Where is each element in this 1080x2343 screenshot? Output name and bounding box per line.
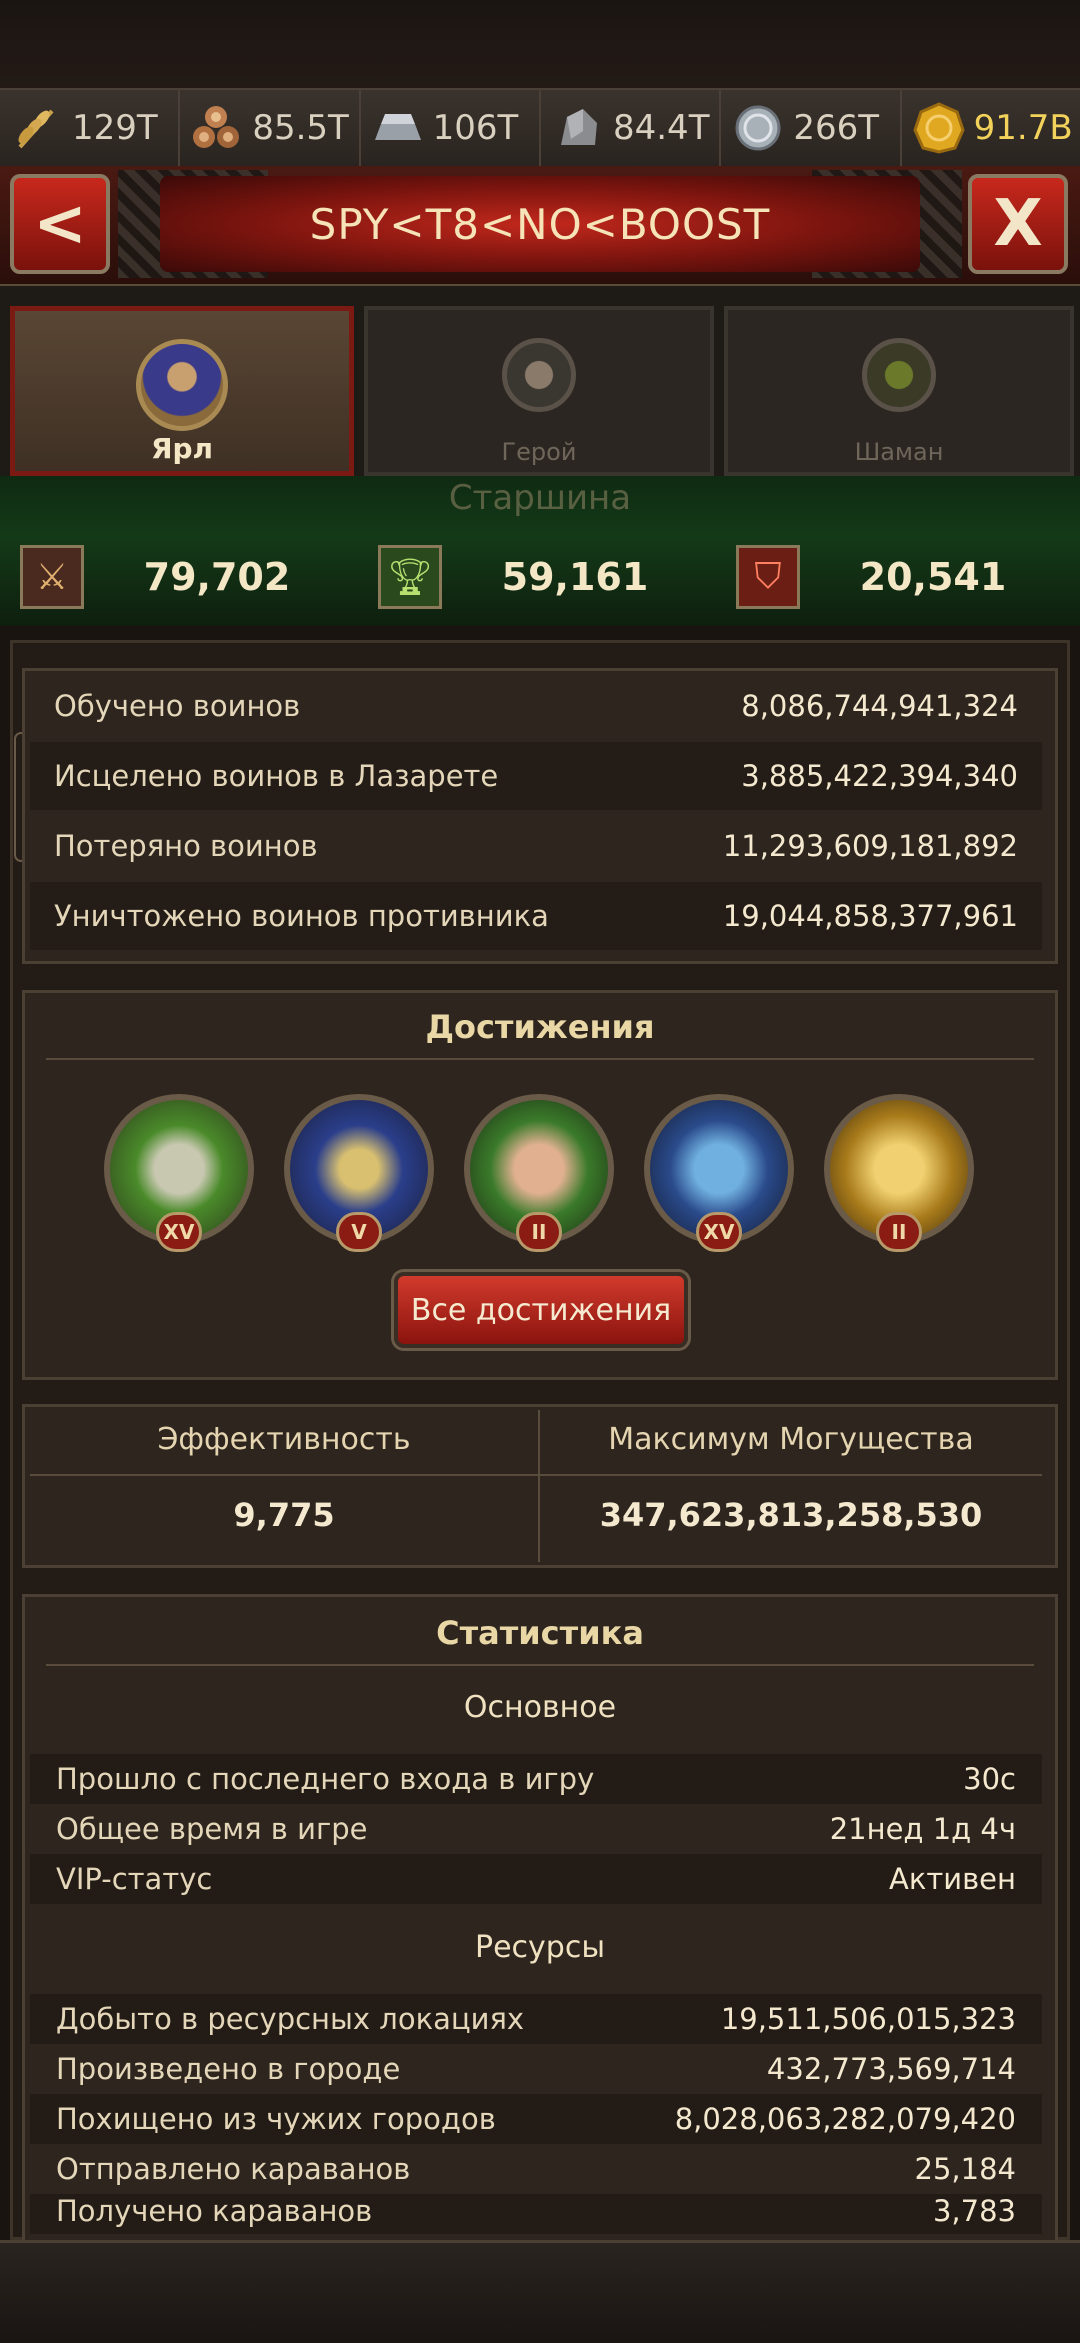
stat-row: Обучено воинов 8,086,744,941,324	[54, 689, 1018, 723]
tab-label: Шаман	[854, 438, 944, 466]
silver-coin-icon	[729, 99, 787, 157]
efficiency-cell: Эффективность	[30, 1422, 538, 1457]
resource-gold[interactable]: 91.7B	[901, 90, 1080, 166]
close-button[interactable]: X	[968, 174, 1068, 274]
shaman-portrait-icon	[862, 338, 936, 412]
stat-row: Похищено из чужих городов 8,028,063,282,…	[30, 2094, 1042, 2144]
efficiency-label: Эффективность	[157, 1422, 411, 1457]
score-attack: ⚔ 79,702	[20, 542, 350, 612]
hero-portrait-icon	[502, 338, 576, 412]
status-area	[0, 0, 1080, 88]
resource-value: 129T	[72, 108, 158, 148]
stat-row: Добыто в ресурсных локациях 19,511,506,0…	[30, 1994, 1042, 2044]
resource-silver[interactable]: 266T	[721, 90, 902, 166]
title-plate: SPY<T8<NO<BOOST	[160, 176, 920, 272]
efficiency-value-cell: 9,775	[30, 1496, 538, 1534]
resource-bar: 129T 85.5T 106T 84.4T 266T 91.7B	[0, 88, 1080, 168]
stat-row: Произведено в городе 432,773,569,714	[56, 2052, 1016, 2086]
resource-value: 91.7B	[973, 108, 1073, 148]
resource-value: 106T	[432, 108, 519, 148]
tab-label: Ярл	[150, 432, 214, 465]
broken-shield-icon: ⛉	[736, 545, 800, 609]
statistics-title: Статистика	[436, 1614, 644, 1652]
tab-jarl[interactable]: Ярл	[10, 306, 354, 476]
crossed-swords-icon: ⚔	[20, 545, 84, 609]
comet-icon[interactable]: XV	[644, 1094, 794, 1252]
rank-badge: V	[336, 1212, 382, 1252]
hand-chalice-icon[interactable]: II	[464, 1094, 614, 1252]
page-title: SPY<T8<NO<BOOST	[309, 199, 771, 249]
button-label: Все достижения	[410, 1292, 672, 1328]
all-achievements-button[interactable]: Все достижения	[394, 1272, 688, 1348]
achievements-title: Достижения	[425, 1008, 655, 1046]
tab-label: Герой	[501, 438, 577, 466]
stat-row: Уничтожено воинов противника 19,044,858,…	[30, 882, 1042, 950]
resource-value: 84.4T	[612, 108, 710, 148]
score-value: 79,702	[143, 555, 291, 599]
stat-row: Получено караванов 3,783	[30, 2194, 1042, 2234]
rank-badge: II	[516, 1212, 562, 1252]
divider	[46, 1664, 1034, 1666]
resource-value: 85.5T	[252, 108, 349, 148]
score-value: 59,161	[501, 555, 649, 599]
score-value: 20,541	[859, 555, 1007, 599]
max-power-cell: Максимум Могущества	[540, 1422, 1042, 1457]
divider	[46, 1058, 1034, 1060]
main-heading: Основное	[463, 1690, 617, 1725]
rank-badge: II	[876, 1212, 922, 1252]
max-power-label: Максимум Могущества	[608, 1422, 974, 1457]
resource-iron[interactable]: 106T	[360, 90, 541, 166]
gold-coin-icon	[910, 99, 968, 157]
max-power-value-cell: 347,623,813,258,530	[540, 1496, 1042, 1534]
stone-mask-icon[interactable]: XV	[104, 1094, 254, 1252]
back-button[interactable]: <	[10, 174, 110, 274]
resource-wood[interactable]: 85.5T	[180, 90, 361, 166]
wood-logs-icon	[188, 99, 246, 157]
wheat-icon	[8, 99, 66, 157]
jarl-portrait-icon	[136, 339, 228, 431]
score-trophy: 🏆︎ 59,161	[378, 542, 708, 612]
resource-wheat[interactable]: 129T	[0, 90, 181, 166]
faded-title: Старшина	[448, 478, 632, 518]
divider	[30, 1474, 1042, 1476]
tab-shaman[interactable]: Шаман	[724, 306, 1074, 476]
trophy-icon: 🏆︎	[378, 545, 442, 609]
close-icon: X	[993, 187, 1043, 261]
stat-row: VIP-статус Активен	[30, 1854, 1042, 1904]
max-power-value: 347,623,813,258,530	[599, 1496, 983, 1534]
chevron-left-icon: <	[33, 187, 87, 261]
stat-row: Прошло с последнего входа в игру 30с	[30, 1754, 1042, 1804]
stat-row: Исцелено воинов в Лазарете 3,885,422,394…	[30, 742, 1042, 810]
resource-value: 266T	[793, 108, 879, 148]
iron-ingot-icon	[369, 99, 427, 157]
stat-row: Общее время в игре 21нед 1д 4ч	[56, 1812, 1016, 1846]
rings-icon[interactable]: V	[284, 1094, 434, 1252]
rank-badge: XV	[156, 1212, 202, 1252]
resources-heading: Ресурсы	[474, 1930, 606, 1965]
rank-badge: XV	[696, 1212, 742, 1252]
score-losses: ⛉ 20,541	[736, 542, 1066, 612]
tab-hero[interactable]: Герой	[364, 306, 714, 476]
golden-fist-icon[interactable]: II	[824, 1094, 974, 1252]
resource-stone[interactable]: 84.4T	[540, 90, 722, 166]
stone-icon	[549, 99, 607, 157]
stat-row: Потеряно воинов 11,293,609,181,892	[54, 829, 1018, 863]
bottom-frame	[0, 2240, 1080, 2343]
stat-row: Отправлено караванов 25,184	[56, 2152, 1016, 2186]
efficiency-value: 9,775	[233, 1496, 335, 1534]
